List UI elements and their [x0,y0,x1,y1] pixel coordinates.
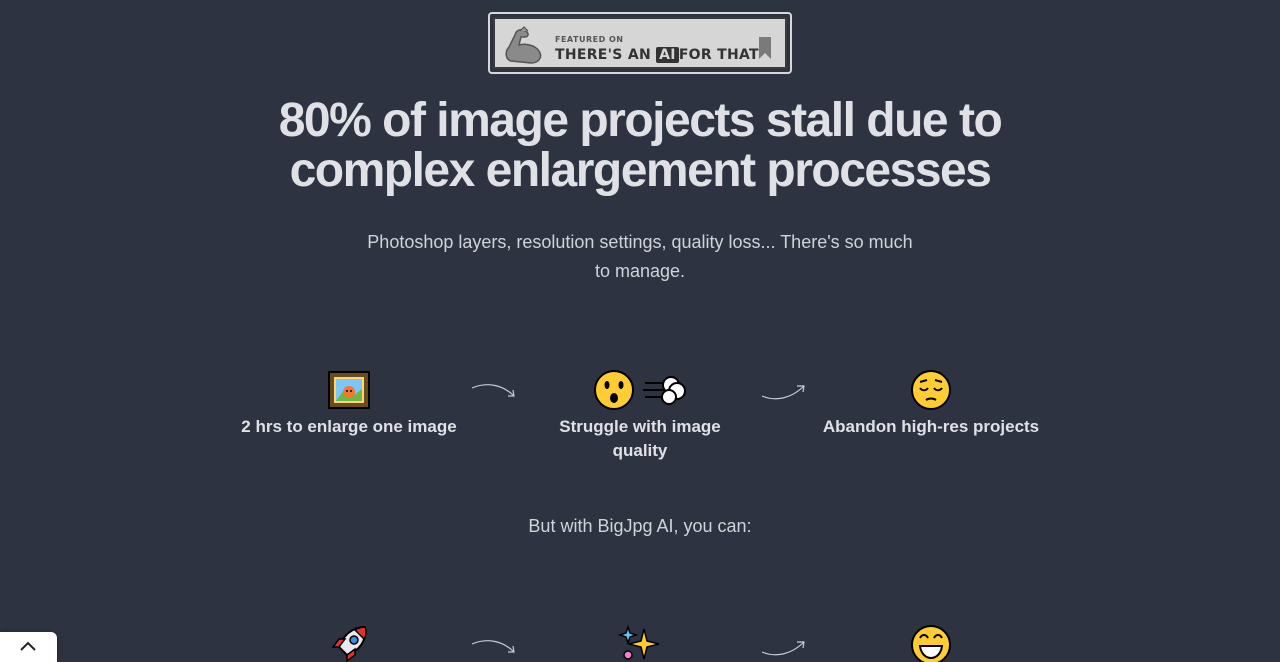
badge-title-before: THERE'S AN [555,47,651,63]
featured-badge-link[interactable]: FEATURED ON THERE'S AN AI FOR THAT [488,12,792,74]
grinning-face-icon [821,622,1041,662]
badge-title-ai: AI [656,47,679,63]
chevron-up-icon [20,641,36,651]
arrow-icon [761,385,805,400]
scroll-to-top-button[interactable] [0,632,57,662]
problem-step-3-label: Abandon high-res projects [822,417,1040,436]
page-title: 80% of image projects stall due to compl… [0,96,1280,196]
problem-step-1-label: 2 hrs to enlarge one image [241,417,457,436]
problem-step-2-label: Struggle with image quality [559,417,721,460]
badge-small-text: FEATURED ON [555,35,624,44]
problem-step-2: Struggle with image quality [530,367,750,463]
problem-step-3: Abandon high-res projects [821,367,1041,439]
solution-step-1 [239,622,459,662]
surprised-face-with-dash-icon [530,367,750,411]
transition-text: But with BigJpg AI, you can: [528,516,752,536]
arrow-icon [471,384,515,397]
badge-title: THERE'S AN AI FOR THAT [555,47,759,63]
bookmark-icon [759,37,771,59]
arrow-icon [761,641,805,656]
headline-line-1: 80% of image projects stall due to [278,94,1003,147]
featured-badge: FEATURED ON THERE'S AN AI FOR THAT [493,17,787,69]
badge-title-after: FOR THAT [678,47,759,63]
framed-picture-icon [239,367,459,411]
sparkles-icon [530,622,750,662]
flexed-arm-icon [505,26,542,64]
headline-line-2: complex enlargement processes [289,144,992,197]
rocket-icon [239,622,459,662]
solution-step-2 [530,622,750,662]
pensive-face-icon [821,367,1041,411]
subheading: Photoshop layers, resolution settings, q… [367,232,913,281]
solution-step-3 [821,622,1041,662]
page: FEATURED ON THERE'S AN AI FOR THAT 80% of… [0,0,1280,662]
problem-step-1: 2 hrs to enlarge one image [239,367,459,439]
arrow-icon [471,640,515,653]
